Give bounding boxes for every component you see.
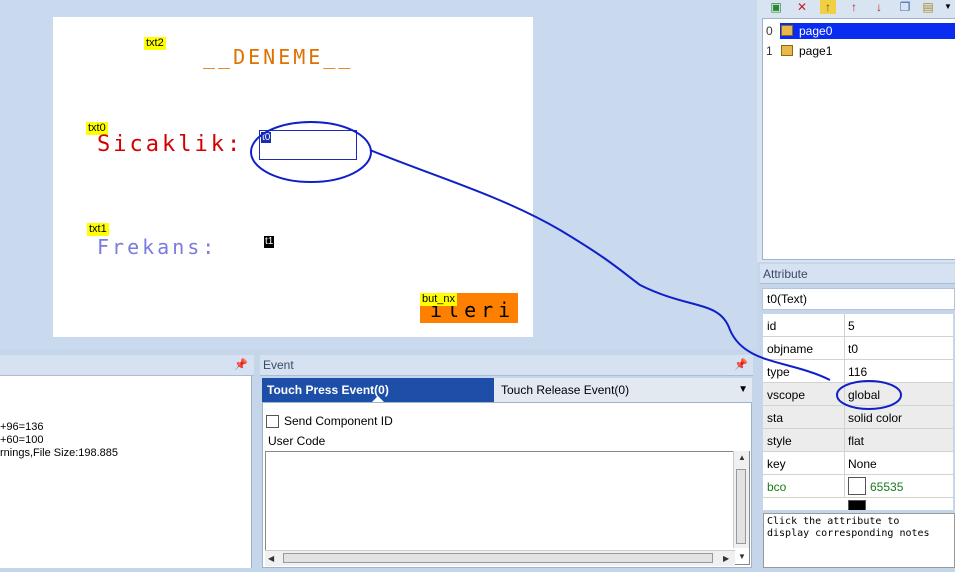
page-number: 1: [766, 44, 773, 58]
attribute-value: None: [848, 457, 877, 471]
attribute-table: id 5 objname t0 type 116 vscope global s…: [763, 314, 953, 510]
attribute-row-objname[interactable]: objname t0: [763, 337, 953, 360]
add-page-icon[interactable]: ▣: [768, 0, 784, 14]
t1-text-component[interactable]: t1: [264, 236, 275, 248]
attribute-row-type[interactable]: type 116: [763, 360, 953, 383]
user-code-editor[interactable]: [265, 451, 750, 565]
event-panel-header: Event 📌: [260, 355, 753, 376]
ileri-button-component[interactable]: ileri but_nx: [420, 293, 518, 323]
attribute-key: type: [767, 365, 790, 379]
attribute-key: style: [767, 434, 792, 448]
attribute-key: bco: [767, 480, 787, 494]
frekans-text-component[interactable]: Frekans:: [97, 235, 217, 259]
attribute-panel-header: Attribute: [760, 264, 955, 284]
event-tabs: Touch Press Event(0) Touch Release Event…: [262, 378, 752, 402]
attribute-row-partial[interactable]: [763, 498, 953, 510]
attribute-row-style[interactable]: style flat: [763, 429, 953, 452]
attribute-row-key[interactable]: key None: [763, 452, 953, 475]
tab-touch-release-event[interactable]: Touch Release Event(0) ▼: [494, 378, 752, 402]
code-vertical-scrollbar[interactable]: ▲: [733, 451, 749, 548]
attribute-row-bco[interactable]: bco 65535: [763, 475, 953, 498]
page-item-page0[interactable]: 0 page0: [763, 22, 955, 40]
attribute-value: 65535: [870, 480, 904, 494]
code-horizontal-scrollbar[interactable]: ◀ ▶: [265, 550, 735, 566]
attribute-row-sta[interactable]: sta solid color: [763, 406, 953, 429]
chevron-down-icon[interactable]: ▼: [738, 378, 748, 402]
design-workspace: txt2 __DENEME__ txt0 Sicaklik: t0 txt1 F…: [0, 0, 757, 349]
import-page-icon[interactable]: ▤: [920, 0, 936, 14]
component-tag-txt2[interactable]: txt2: [144, 37, 166, 50]
delete-page-icon[interactable]: ✕: [794, 0, 810, 14]
page-icon: [781, 25, 793, 36]
design-canvas[interactable]: txt2 __DENEME__ txt0 Sicaklik: t0 txt1 F…: [53, 17, 533, 337]
attribute-value: solid color: [848, 411, 903, 425]
attribute-row-vscope[interactable]: vscope global: [763, 383, 953, 406]
attribute-key: vscope: [767, 388, 806, 402]
user-code-label: User Code: [268, 434, 326, 448]
move-down-icon[interactable]: ↓: [871, 0, 887, 14]
attribute-key: objname: [767, 342, 814, 356]
attribute-value: 5: [848, 319, 855, 333]
attribute-value: 116: [848, 365, 868, 379]
page-icon: [781, 45, 793, 56]
t0-text-component[interactable]: t0: [259, 130, 357, 160]
move-up-icon[interactable]: ↑: [846, 0, 862, 14]
output-panel-header: 📌: [0, 355, 254, 376]
attribute-row-id[interactable]: id 5: [763, 314, 953, 337]
page-item-page1[interactable]: 1 page1: [763, 42, 955, 60]
page-panel: ▣ ✕ ↑ ↑ ↓ ❐ ▤ ▼ 0 page0 1 page1: [757, 0, 955, 262]
attribute-key: id: [767, 319, 777, 333]
scroll-down-arrow[interactable]: ▼: [738, 552, 746, 561]
copy-page-icon[interactable]: ❐: [897, 0, 913, 14]
output-line: rnings,File Size:198.885: [0, 447, 119, 459]
component-tag-but-nx: but_nx: [420, 293, 458, 306]
page-number: 0: [766, 24, 773, 38]
sicaklik-text-component[interactable]: Sicaklik:: [97, 132, 243, 157]
send-component-id-checkbox[interactable]: [266, 415, 279, 428]
tab-label: Touch Press Event(0): [267, 383, 389, 397]
page-name: page0: [799, 24, 833, 38]
output-line: +60=100: [0, 434, 44, 446]
color-swatch[interactable]: [848, 477, 866, 495]
attribute-value: flat: [848, 434, 865, 448]
dropdown-icon[interactable]: ▼: [940, 0, 955, 14]
output-log: +96=136 +60=100 rnings,File Size:198.885: [0, 376, 252, 568]
insert-page-icon[interactable]: ↑: [820, 0, 836, 14]
send-component-id-label: Send Component ID: [284, 414, 393, 428]
page-name: page1: [799, 44, 833, 58]
tab-label: Touch Release Event(0): [501, 383, 630, 397]
attribute-notes: Click the attribute to display correspon…: [763, 513, 955, 568]
event-panel-title: Event: [263, 358, 294, 372]
page-toolbar: ▣ ✕ ↑ ↑ ↓ ❐ ▤ ▼: [760, 0, 955, 16]
title-text-component[interactable]: __DENEME__: [203, 45, 353, 69]
pin-icon[interactable]: 📌: [234, 358, 248, 371]
attribute-key: sta: [767, 411, 784, 425]
attribute-value: t0: [848, 342, 859, 356]
pin-icon[interactable]: 📌: [734, 358, 748, 371]
event-body: Send Component ID User Code ▲ ◀ ▶ ▼: [262, 402, 752, 568]
attribute-object-selector[interactable]: t0(Text): [762, 288, 955, 310]
t0-component-label: t0: [261, 132, 272, 143]
attribute-value: global: [848, 388, 881, 402]
color-swatch[interactable]: [848, 500, 866, 510]
page-list: 0 page0 1 page1: [762, 18, 955, 260]
tab-touch-press-event[interactable]: Touch Press Event(0): [262, 378, 494, 402]
attribute-key: key: [767, 457, 786, 471]
output-line: +96=136: [0, 421, 44, 433]
